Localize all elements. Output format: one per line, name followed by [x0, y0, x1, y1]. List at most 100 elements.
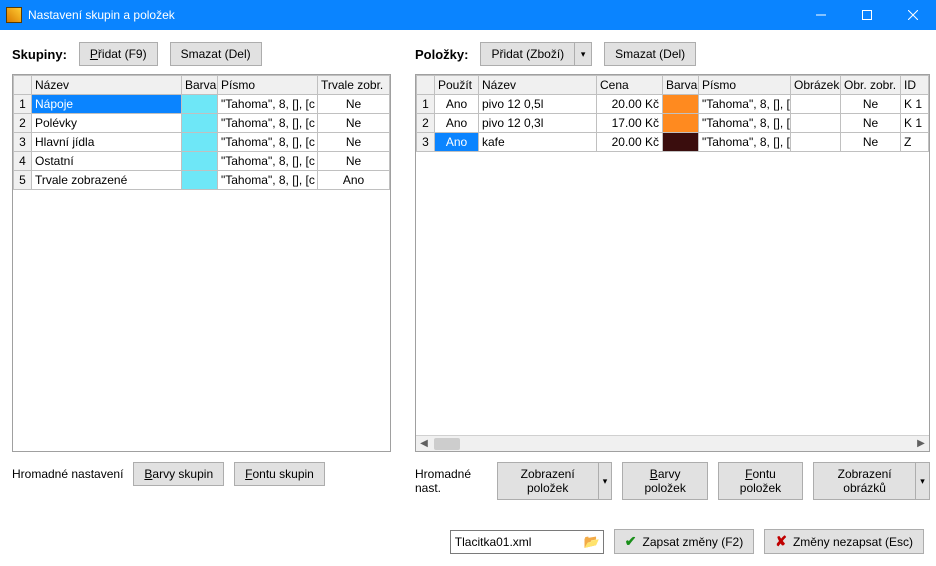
- cross-icon: ✘: [775, 533, 787, 550]
- table-row[interactable]: 4Ostatní"Tahoma", 8, [], [cNe: [14, 152, 390, 171]
- scroll-left-icon[interactable]: ◀: [416, 438, 432, 449]
- group-delete-button[interactable]: Smazat (Del): [170, 42, 262, 66]
- item-add-button[interactable]: Přidat (Zboží): [480, 42, 574, 66]
- maximize-button[interactable]: [844, 0, 890, 30]
- items-col-image[interactable]: Obrázek: [791, 76, 841, 95]
- items-images-button[interactable]: Zobrazení obrázků: [813, 462, 915, 500]
- item-imgshow-cell[interactable]: Ne: [841, 95, 901, 114]
- table-row[interactable]: 3Hlavní jídla"Tahoma", 8, [], [cNe: [14, 133, 390, 152]
- items-col-font[interactable]: Písmo: [699, 76, 791, 95]
- table-row[interactable]: 5Trvale zobrazené"Tahoma", 8, [], [cAno: [14, 171, 390, 190]
- save-button[interactable]: ✔ Zapsat změny (F2): [614, 529, 754, 554]
- groups-colors-button[interactable]: Barvy skupin: [133, 462, 224, 486]
- table-row[interactable]: 3Anokafe20.00 Kč"Tahoma", 8, [], [cNeZ: [417, 133, 929, 152]
- table-row[interactable]: 2Polévky"Tahoma", 8, [], [cNe: [14, 114, 390, 133]
- items-col-color[interactable]: Barva: [663, 76, 699, 95]
- group-color-cell[interactable]: [182, 171, 218, 190]
- item-image-cell[interactable]: [791, 95, 841, 114]
- group-name-cell[interactable]: Ostatní: [32, 152, 182, 171]
- chevron-down-icon[interactable]: ▾: [574, 42, 592, 66]
- group-perm-cell[interactable]: Ne: [318, 152, 390, 171]
- groups-grid[interactable]: Název Barva Písmo Trvale zobr. 1Nápoje"T…: [12, 74, 391, 452]
- minimize-button[interactable]: [798, 0, 844, 30]
- item-name-cell[interactable]: kafe: [479, 133, 597, 152]
- item-color-cell[interactable]: [663, 114, 699, 133]
- item-name-cell[interactable]: pivo 12 0,3l: [479, 114, 597, 133]
- groups-col-font[interactable]: Písmo: [218, 76, 318, 95]
- item-id-cell[interactable]: K 1: [901, 95, 929, 114]
- item-font-cell[interactable]: "Tahoma", 8, [], [c: [699, 95, 791, 114]
- group-name-cell[interactable]: Hlavní jídla: [32, 133, 182, 152]
- group-color-cell[interactable]: [182, 133, 218, 152]
- groups-col-color[interactable]: Barva: [182, 76, 218, 95]
- group-font-cell[interactable]: "Tahoma", 8, [], [c: [218, 133, 318, 152]
- item-use-cell[interactable]: Ano: [435, 114, 479, 133]
- folder-open-icon[interactable]: 📂: [581, 531, 603, 553]
- items-col-id[interactable]: ID: [901, 76, 929, 95]
- items-display-splitbutton[interactable]: Zobrazení položek ▾: [497, 462, 613, 500]
- titlebar: Nastavení skupin a položek: [0, 0, 936, 30]
- items-h-scrollbar[interactable]: ◀ ▶: [416, 435, 929, 451]
- group-font-cell[interactable]: "Tahoma", 8, [], [c: [218, 114, 318, 133]
- item-add-splitbutton[interactable]: Přidat (Zboží) ▾: [480, 42, 592, 66]
- table-row[interactable]: 1Nápoje"Tahoma", 8, [], [cNe: [14, 95, 390, 114]
- items-grid[interactable]: Použít Název Cena Barva Písmo Obrázek Ob…: [415, 74, 930, 452]
- item-font-cell[interactable]: "Tahoma", 8, [], [c: [699, 133, 791, 152]
- group-color-cell[interactable]: [182, 152, 218, 171]
- items-images-splitbutton[interactable]: Zobrazení obrázků ▾: [813, 462, 930, 500]
- item-imgshow-cell[interactable]: Ne: [841, 133, 901, 152]
- items-display-button[interactable]: Zobrazení položek: [497, 462, 598, 500]
- items-font-button[interactable]: Fontu položek: [718, 462, 803, 500]
- item-id-cell[interactable]: Z: [901, 133, 929, 152]
- group-add-button[interactable]: Přidat (F9): [79, 42, 158, 66]
- scroll-right-icon[interactable]: ▶: [913, 438, 929, 449]
- close-button[interactable]: [890, 0, 936, 30]
- item-color-cell[interactable]: [663, 95, 699, 114]
- group-font-cell[interactable]: "Tahoma", 8, [], [c: [218, 171, 318, 190]
- group-perm-cell[interactable]: Ne: [318, 95, 390, 114]
- item-price-cell[interactable]: 20.00 Kč: [597, 95, 663, 114]
- scroll-track[interactable]: [432, 436, 913, 451]
- scroll-thumb[interactable]: [434, 438, 460, 450]
- items-col-imgsh[interactable]: Obr. zobr.: [841, 76, 901, 95]
- group-name-cell[interactable]: Nápoje: [32, 95, 182, 114]
- item-image-cell[interactable]: [791, 133, 841, 152]
- chevron-down-icon[interactable]: ▾: [598, 462, 613, 500]
- items-col-name[interactable]: Název: [479, 76, 597, 95]
- items-panel: Položky: Přidat (Zboží) ▾ Smazat (Del) P…: [415, 42, 930, 511]
- item-use-cell[interactable]: Ano: [435, 133, 479, 152]
- group-color-cell[interactable]: [182, 114, 218, 133]
- group-font-cell[interactable]: "Tahoma", 8, [], [c: [218, 95, 318, 114]
- item-imgshow-cell[interactable]: Ne: [841, 114, 901, 133]
- table-row[interactable]: 2Anopivo 12 0,3l17.00 Kč"Tahoma", 8, [],…: [417, 114, 929, 133]
- item-use-cell[interactable]: Ano: [435, 95, 479, 114]
- item-price-cell[interactable]: 20.00 Kč: [597, 133, 663, 152]
- item-image-cell[interactable]: [791, 114, 841, 133]
- groups-col-name[interactable]: Název: [32, 76, 182, 95]
- file-path-input[interactable]: [451, 533, 581, 551]
- item-price-cell[interactable]: 17.00 Kč: [597, 114, 663, 133]
- file-path-box[interactable]: 📂: [450, 530, 604, 554]
- chevron-down-icon[interactable]: ▾: [915, 462, 930, 500]
- group-font-cell[interactable]: "Tahoma", 8, [], [c: [218, 152, 318, 171]
- item-id-cell[interactable]: K 1: [901, 114, 929, 133]
- group-name-cell[interactable]: Polévky: [32, 114, 182, 133]
- group-perm-cell[interactable]: Ne: [318, 133, 390, 152]
- groups-font-button[interactable]: Fontu skupin: [234, 462, 325, 486]
- items-col-price[interactable]: Cena: [597, 76, 663, 95]
- cancel-button[interactable]: ✘ Změny nezapsat (Esc): [764, 529, 924, 554]
- item-name-cell[interactable]: pivo 12 0,5l: [479, 95, 597, 114]
- group-perm-cell[interactable]: Ne: [318, 114, 390, 133]
- groups-bulk-row: Hromadné nastavení Barvy skupin Fontu sk…: [12, 462, 391, 486]
- group-name-cell[interactable]: Trvale zobrazené: [32, 171, 182, 190]
- group-color-cell[interactable]: [182, 95, 218, 114]
- item-color-cell[interactable]: [663, 133, 699, 152]
- group-perm-cell[interactable]: Ano: [318, 171, 390, 190]
- items-colors-button[interactable]: Barvy položek: [622, 462, 707, 500]
- item-font-cell[interactable]: "Tahoma", 8, [], [c: [699, 114, 791, 133]
- item-delete-button[interactable]: Smazat (Del): [604, 42, 696, 66]
- content-area: Skupiny: Přidat (F9) Smazat (Del) Název …: [0, 30, 936, 523]
- items-col-use[interactable]: Použít: [435, 76, 479, 95]
- groups-col-perm[interactable]: Trvale zobr.: [318, 76, 390, 95]
- table-row[interactable]: 1Anopivo 12 0,5l20.00 Kč"Tahoma", 8, [],…: [417, 95, 929, 114]
